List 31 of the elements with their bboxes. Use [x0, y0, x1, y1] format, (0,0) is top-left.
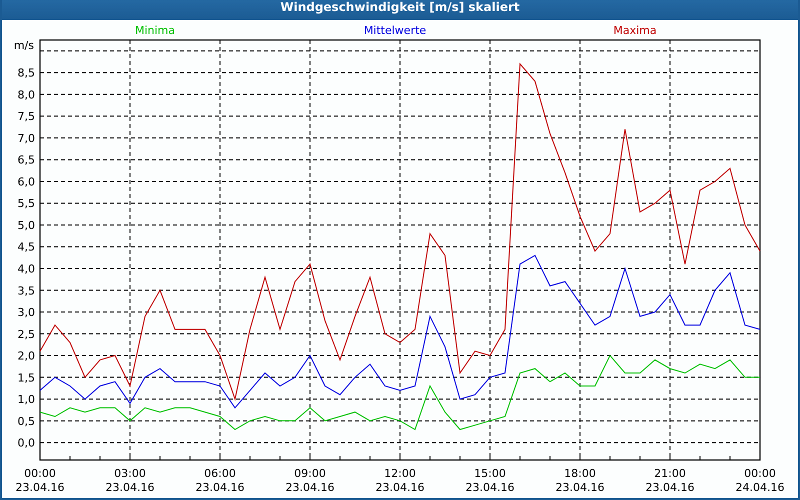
x-tick-label: 00:00 24.04.16 [736, 467, 784, 494]
y-tick-label: 0,0 [18, 436, 35, 450]
x-tick-label: 18:00 23.04.16 [556, 467, 604, 494]
y-tick-label: 8,0 [18, 88, 35, 102]
legend-label: Maxima [613, 24, 657, 37]
y-tick-label: 6,5 [18, 154, 35, 167]
y-tick-label: 4,0 [18, 262, 35, 276]
y-tick-label: 2,0 [18, 350, 35, 363]
x-tick-label: 15:00 23.04.16 [466, 467, 514, 494]
x-tick-label: 12:00 23.04.16 [376, 467, 424, 494]
legend-label: Mittelwerte [364, 24, 426, 37]
x-tick-label: 09:00 23.04.16 [286, 467, 334, 494]
y-tick-label: 5,5 [18, 197, 35, 210]
y-tick-label: 3,0 [18, 306, 35, 320]
legend-label: Minima [134, 24, 176, 37]
x-tick-label: 00:00 23.04.16 [16, 467, 64, 494]
y-tick-label: 7,0 [18, 132, 35, 145]
x-tick-label: 06:00 23.04.16 [196, 467, 244, 494]
x-tick-label: 03:00 23.04.16 [106, 467, 154, 494]
x-tick-label: 21:00 23.04.16 [646, 467, 694, 494]
y-tick-label: 1,0 [18, 393, 35, 406]
y-tick-label: 2,5 [18, 328, 35, 341]
y-tick-label: 5,0 [18, 218, 35, 232]
y-tick-label: 0,5 [18, 414, 35, 428]
y-tick-label: 4,5 [18, 240, 35, 254]
y-axis-unit: m/s [14, 38, 34, 52]
y-tick-label: 3,5 [18, 284, 35, 298]
y-tick-label: 8,5 [18, 66, 35, 80]
y-tick-label: 7,5 [18, 110, 35, 124]
y-tick-label: 1,5 [18, 371, 35, 384]
y-tick-label: 6,0 [18, 175, 35, 188]
